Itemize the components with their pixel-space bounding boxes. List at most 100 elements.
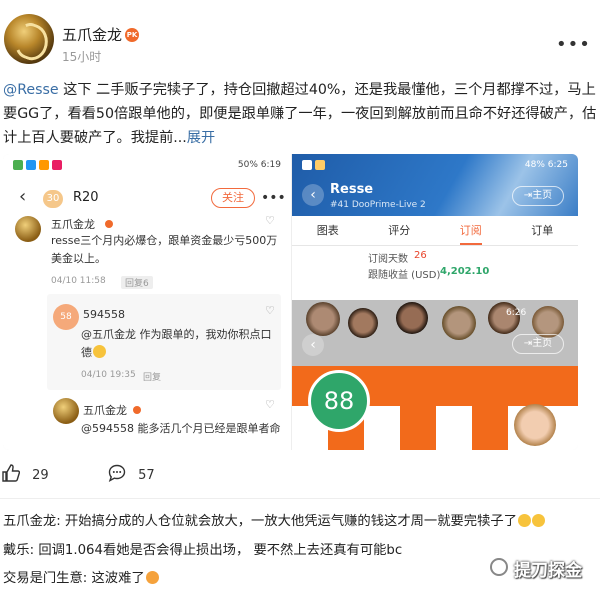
back-chevron-icon[interactable]: ‹ [302,334,324,356]
post-header: 五爪金龙 PK 15小时 ••• [0,0,600,70]
commenter-avatar[interactable] [53,398,79,424]
status-bar: 48% 6:25 [292,154,578,176]
back-chevron-icon[interactable]: ‹ [19,186,26,207]
watermark: 提刀探金 [514,561,582,581]
comment-text-tail: 德 [81,346,92,359]
level-badge: 30 [43,190,63,208]
level-icon [105,220,113,228]
comment-text: 开始搞分成的人仓位就会放大，一放大他凭运气赚的钱这才周一就要完犊子了 [64,514,517,529]
commenter-name[interactable]: 五爪金龙 [51,216,95,232]
reply-button[interactable]: 回复 [143,370,161,383]
like-icon[interactable]: ♡ [265,214,275,227]
tab-orders[interactable]: 订单 [507,216,579,245]
commenter-name[interactable]: 交易是门生意 [3,571,83,586]
expand-link[interactable]: 展开 [187,130,215,146]
comment-button[interactable]: 57 [108,464,155,483]
orange-tile [400,406,436,450]
divider [0,498,600,499]
more-options-button[interactable]: ••• [556,34,591,55]
home-button[interactable]: ⇥主页 [512,334,564,354]
stat-label: 跟随收益 (USD) [368,270,441,281]
comment-item: 戴乐: 回调1.064看她是否会得止损出场， 要不然上去还真有可能bc [3,543,403,558]
follow-button[interactable]: 关注 [211,188,255,208]
stat-value: 26 [414,250,427,261]
comment-item: 五爪金龙: 开始搞分成的人仓位就会放大，一放大他凭运气赚的钱这才周一就要完犊子了 [3,512,597,532]
trader-name: Resse [330,182,374,197]
status-time: 6:19 [260,160,281,170]
tab-subscribe[interactable]: 订阅 [435,216,507,245]
comment-text: @594558 能多活几个月已经是跟单者命 [81,422,281,435]
comment-text: 美金以上。 [51,252,106,265]
pk-badge-icon: PK [125,28,139,42]
status-icons [302,160,325,170]
commenter-name[interactable]: 五爪金龙 [83,402,127,418]
stat-value: 4,202.10 [440,266,490,277]
like-button[interactable]: 29 [2,464,49,483]
commenter-name[interactable]: 594558 [83,308,125,321]
comment-item: 交易是门生意: 这波难了 [3,569,597,589]
author-avatar[interactable] [4,14,54,64]
upside-down-emoji-icon [145,571,159,584]
trader-tabs: 图表 评分 订阅 订单 [292,216,578,246]
commenter-name[interactable]: 戴乐 [3,543,30,558]
commenter-name[interactable]: 五爪金龙 [3,514,56,529]
status-right: 48% 6:25 [525,160,568,170]
status-right: 50% 6:19 [238,160,281,170]
commenter-avatar[interactable]: 58 [53,304,79,330]
overlay-screenshot: ‹ 6:26 ⇥主页 88 [292,300,578,450]
watermark-logo-icon [490,558,508,576]
comment-text: 这波难了 [91,571,145,586]
tab-chart[interactable]: 图表 [292,216,364,245]
left-screenshot: 50% 6:19 ‹ 30 R20 关注 ••• 五爪金龙 ♡ resse三个月… [3,154,291,450]
back-chevron-icon[interactable]: ‹ [302,184,324,206]
status-time: 6:25 [547,160,568,170]
tab-rating[interactable]: 评分 [364,216,436,245]
left-nav-bar: ‹ 30 R20 关注 ••• [3,182,291,216]
level-icon [133,406,141,414]
app-icon [13,160,23,170]
mention-link[interactable]: @Resse [3,82,59,98]
orange-tile [472,406,508,450]
author-name[interactable]: 五爪金龙 [62,24,122,45]
right-screenshot: 48% 6:25 ‹ Resse #41 DooPrime-Live 2 ⇥主页… [292,154,578,450]
post-body: @Resse 这下 二手贩子完犊子了，持仓回撤超过40%，还是我最懂他，三个月都… [3,78,597,150]
like-icon[interactable]: ♡ [265,304,275,317]
post-text: 这下 二手贩子完犊子了，持仓回撤超过40%，还是我最懂他，三个月都撑不过，马上要… [3,82,597,146]
trader-subtitle: #41 DooPrime-Live 2 [330,200,426,210]
app-icon [52,160,62,170]
app-icon [39,160,49,170]
comment-text: 德 [81,344,106,362]
action-bar: 29 57 [0,456,600,492]
app-icon [302,160,312,170]
like-count: 29 [32,468,49,483]
status-time: 6:26 [506,308,527,318]
trader-header: 48% 6:25 ‹ Resse #41 DooPrime-Live 2 ⇥主页 [292,154,578,216]
emoji-icon [93,345,106,358]
laugh-emoji-icon [532,514,545,527]
home-label: 主页 [532,338,553,349]
home-label: 主页 [532,190,553,201]
app-icon [315,160,325,170]
commenter-avatar[interactable] [15,216,41,242]
laugh-emoji-icon [518,514,531,527]
nav-title: R20 [73,190,99,205]
photo-face [514,404,556,446]
post-image[interactable]: 50% 6:19 ‹ 30 R20 关注 ••• 五爪金龙 ♡ resse三个月… [3,154,578,450]
like-icon[interactable]: ♡ [265,398,275,411]
comment-text: @五爪金龙 作为跟单的，我劝你积点口 [81,328,272,341]
post-time: 15小时 [62,50,102,64]
status-bar: 50% 6:19 [3,154,291,176]
score-badge: 88 [308,370,370,432]
more-icon[interactable]: ••• [261,190,286,206]
overlay-nav [292,300,578,366]
comment-text: resse三个月内必爆仓，跟单资金最少亏500万 [51,234,278,247]
reply-count-button[interactable]: 回复6 [121,276,153,289]
comment-bubble-icon [108,464,126,482]
comment-text: 回调1.064看她是否会得止损出场， 要不然上去还真有可能bc [38,543,403,558]
stat-label: 订阅天数 [368,254,408,265]
comment-count: 57 [138,468,155,483]
status-icons [13,160,62,170]
battery-level: 50% [237,160,258,170]
app-icon [26,160,36,170]
home-button[interactable]: ⇥主页 [512,186,564,206]
